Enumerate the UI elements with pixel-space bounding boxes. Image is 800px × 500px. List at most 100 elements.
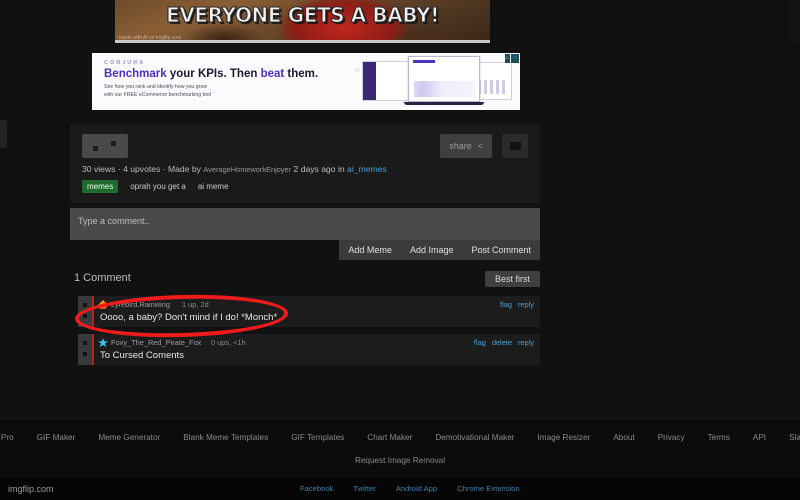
comment-input[interactable]: Type a comment.. — [70, 208, 540, 240]
footer-link-gif-templates[interactable]: GIF Templates — [291, 433, 344, 442]
comment-item: Foxy_The_Red_Pirate_Fox 0 ups, <1h To Cu… — [78, 334, 540, 365]
comment-score: 1 up, 2d — [182, 300, 209, 309]
tag-ai-meme[interactable]: ai meme — [198, 182, 229, 191]
meme-bottom-bar — [115, 40, 490, 43]
comment-upvote-icon[interactable] — [83, 303, 87, 307]
footer-bottom-bar: imgflip.com Facebook Twitter Android App… — [0, 478, 800, 500]
footer-link-meme-generator[interactable]: Meme Generator — [98, 433, 160, 442]
comment-downvote-icon[interactable] — [83, 314, 87, 318]
comment-accent-bar — [92, 296, 94, 327]
advertisement-banner[interactable]: CONJURA Benchmark your KPIs. Then beat t… — [92, 53, 520, 110]
ad-laptop-base — [404, 102, 484, 105]
flag-icon — [509, 142, 521, 150]
site-footer: Imgflip Pro GIF Maker Meme Generator Bla… — [0, 420, 800, 500]
upvote-count: 4 upvotes — [123, 164, 161, 174]
tag-memes[interactable]: memes — [82, 180, 119, 193]
social-link-chrome-extension[interactable]: Chrome Extension — [457, 484, 519, 493]
footer-link-gif-maker[interactable]: GIF Maker — [37, 433, 76, 442]
ad-subtext-line-1: See how you rank and identify how you gr… — [104, 84, 207, 90]
footer-link-imgflip-pro[interactable]: Imgflip Pro — [0, 433, 14, 442]
comment-flag-link[interactable]: flag — [500, 300, 512, 309]
page-root: EVERYONE GETS A BABY! made with AI on im… — [0, 0, 800, 500]
footer-link-chart-maker[interactable]: Chart Maker — [367, 433, 412, 442]
social-link-android-app[interactable]: Android App — [396, 484, 437, 493]
comment-actions: flag delete reply — [474, 338, 534, 347]
ad-brand-name: CONJURA — [104, 60, 146, 66]
comment-accent-bar — [92, 334, 94, 365]
footer-link-image-resizer[interactable]: Image Resizer — [538, 433, 591, 442]
post-tags: memes oprah you get a ai meme — [82, 180, 229, 193]
comment-item: Lyrebird.Rainwing 1 up, 2d Oooo, a baby?… — [78, 296, 540, 327]
footer-links: Imgflip Pro GIF Maker Meme Generator Bla… — [0, 433, 800, 442]
flag-button[interactable] — [502, 134, 528, 158]
site-brand: imgflip.com — [8, 484, 54, 494]
upvote-arrow-icon[interactable] — [93, 146, 98, 151]
comment-input-placeholder: Type a comment.. — [78, 216, 150, 226]
social-link-facebook[interactable]: Facebook — [300, 484, 333, 493]
comment-username[interactable]: Foxy_The_Red_Pirate_Fox — [111, 338, 201, 347]
comment-downvote-icon[interactable] — [83, 352, 87, 356]
footer-link-about[interactable]: About — [613, 433, 634, 442]
footer-link-privacy[interactable]: Privacy — [658, 433, 685, 442]
footer-link-blank-meme-templates[interactable]: Blank Meme Templates — [183, 433, 268, 442]
footer-social-links: Facebook Twitter Android App Chrome Exte… — [300, 484, 520, 493]
social-link-twitter[interactable]: Twitter — [353, 484, 375, 493]
post-author-link[interactable]: AverageHomeworkEnjoyer — [203, 165, 291, 174]
ad-subtext-line-2: with our FREE eCommerce benchmarking too… — [104, 91, 211, 98]
share-button-label: share — [449, 141, 472, 151]
ad-headline-part-2: your KPIs. Then — [166, 68, 261, 80]
comment-compose-area: Type a comment.. Add Meme Add Image Post… — [70, 208, 540, 260]
view-count: 30 views — [82, 164, 116, 174]
footer-link-api[interactable]: API — [753, 433, 766, 442]
comment-text: To Cursed Coments — [100, 350, 184, 361]
ad-choices-controls[interactable]: ▸ ✕ — [504, 54, 519, 63]
comment-delete-link[interactable]: delete — [492, 338, 512, 347]
ad-screen-center — [408, 56, 480, 102]
tag-oprah[interactable]: oprah you get a — [130, 182, 186, 191]
footer-link-slack-app[interactable]: Slack App — [789, 433, 800, 442]
comment-upvote-icon[interactable] — [83, 341, 87, 345]
comments-header: 1 Comment Best first — [70, 271, 540, 291]
meme-caption: EVERYONE GETS A BABY! — [166, 2, 440, 27]
adchoices-triangle-icon[interactable]: ▸ — [504, 54, 511, 63]
vote-buttons[interactable] — [82, 134, 128, 158]
comment-vote-rail[interactable] — [78, 334, 92, 365]
share-button[interactable]: share < — [440, 134, 492, 158]
ad-headline-part-1: Benchmark — [104, 68, 167, 80]
post-comment-button[interactable]: Post Comment — [462, 245, 540, 255]
comment-actions: flag reply — [500, 300, 534, 309]
star-avatar-icon — [98, 338, 108, 347]
footer-link-terms[interactable]: Terms — [708, 433, 730, 442]
comment-text: Oooo, a baby? Don't mind if I do! *Monch… — [100, 312, 278, 323]
comment-sort-button[interactable]: Best first — [484, 271, 540, 287]
footer-link-demotivational-maker[interactable]: Demotivational Maker — [435, 433, 514, 442]
add-meme-button[interactable]: Add Meme — [339, 245, 401, 255]
post-stream-link[interactable]: ai_memes — [347, 164, 387, 174]
ad-illustration — [352, 56, 512, 107]
ad-subtext: See how you rank and identify how you gr… — [104, 84, 211, 100]
meme-image[interactable]: EVERYONE GETS A BABY! made with AI on im… — [115, 0, 490, 43]
share-icon: < — [477, 141, 483, 151]
close-x-icon[interactable]: ✕ — [511, 54, 519, 63]
post-timestamp: 2 days ago in — [291, 164, 348, 174]
comment-vote-rail[interactable] — [78, 296, 92, 327]
comment-reply-link[interactable]: reply — [518, 300, 534, 309]
comment-reply-link[interactable]: reply — [518, 338, 534, 347]
comment-count-label: 1 Comment — [74, 272, 131, 284]
comment-score: 0 ups, <1h — [211, 338, 246, 347]
add-image-button[interactable]: Add Image — [401, 245, 463, 255]
ad-headline: Benchmark your KPIs. Then beat them. — [104, 68, 318, 80]
ad-headline-part-4: them. — [284, 68, 319, 80]
meta-separator-2: · Made by — [160, 164, 204, 174]
footer-link-request-image-removal[interactable]: Request Image Removal — [0, 456, 800, 465]
comment-flag-link[interactable]: flag — [474, 338, 486, 347]
comment-action-bar: Add Meme Add Image Post Comment — [339, 240, 540, 260]
meta-separator-1: · — [115, 164, 124, 174]
post-meta: 30 views · 4 upvotes · Made by AverageHo… — [82, 164, 387, 174]
ad-headline-part-3: beat — [260, 68, 285, 80]
comment-username[interactable]: Lyrebird.Rainwing — [111, 300, 170, 309]
downvote-arrow-icon[interactable] — [111, 141, 116, 146]
left-rail-stub[interactable] — [0, 120, 7, 148]
fire-avatar-icon — [98, 300, 108, 309]
post-card: share < 30 views · 4 upvotes · Made by A… — [70, 124, 540, 203]
